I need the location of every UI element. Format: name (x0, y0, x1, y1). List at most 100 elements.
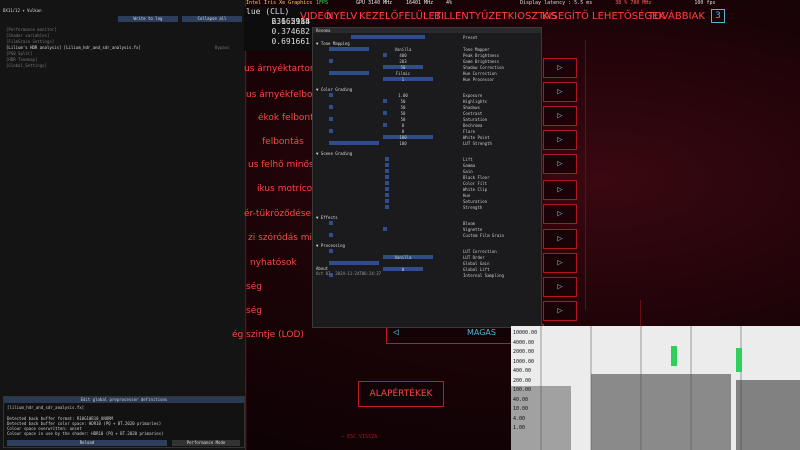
shader-setting-row[interactable]: Filmic Hue Correction (313, 71, 541, 76)
slider-fill[interactable] (385, 163, 389, 167)
section-header[interactable]: ▼ Tone Mapping (316, 41, 350, 46)
slider-fill[interactable] (329, 141, 379, 145)
slider-value: 203 (399, 59, 407, 64)
shader-setting-row[interactable]: White Clip (313, 187, 541, 192)
shader-setting-row[interactable]: 1.00 Exposure (313, 93, 541, 98)
shader-setting-row[interactable]: Color Filt (313, 181, 541, 186)
next-arrow-button[interactable]: ▷ (543, 106, 577, 126)
nav-keybinds[interactable]: BILLENTYŰZETKIOSZTÁS (434, 11, 557, 22)
next-arrow-button[interactable]: ▷ (543, 130, 577, 150)
slider-fill[interactable] (385, 181, 389, 185)
write-to-log-button[interactable]: Write to log (118, 16, 178, 22)
slider-fill[interactable] (385, 205, 389, 209)
shader-setting-row[interactable]: Strength (313, 205, 541, 210)
slider-label: Bloom (463, 221, 476, 226)
next-arrow-button[interactable]: ▷ (543, 253, 577, 273)
next-arrow-button[interactable]: ▷ (543, 58, 577, 78)
shader-setting-row[interactable]: 203 Game Brightness (313, 59, 541, 64)
shader-setting-row[interactable]: 50 Shadow Correction (313, 65, 541, 70)
setting-label[interactable]: ség (246, 306, 262, 316)
slider-fill[interactable] (385, 187, 389, 191)
section-header[interactable]: ▼ Color Grading (316, 87, 352, 92)
slider-fill[interactable] (329, 117, 333, 121)
shader-setting-row[interactable]: 50 Shadows (313, 105, 541, 110)
shader-setting-row[interactable]: Vignette (313, 227, 541, 232)
nav-page-badge[interactable]: 3 (711, 9, 725, 23)
slider-label: Dechroma (463, 123, 483, 128)
setting-label[interactable]: ség (246, 282, 262, 292)
next-arrow-button[interactable]: ▷ (543, 204, 577, 224)
defaults-button[interactable]: ALAPÉRTÉKEK (358, 381, 444, 407)
tree-item[interactable]: [Shader variables] (6, 33, 49, 38)
shader-setting-row[interactable]: 0 Flare (313, 129, 541, 134)
shader-setting-row[interactable]: 50 Contrast (313, 111, 541, 116)
shader-setting-row[interactable]: Gamma (313, 163, 541, 168)
shader-setting-row[interactable]: 0 Dechroma (313, 123, 541, 128)
prev-arrow-icon[interactable]: ◁ (393, 327, 399, 338)
next-arrow-button[interactable]: ▷ (543, 154, 577, 174)
settings-top-nav: VIDEÓ NYELV KEZELŐFELÜLET BILLENTYŰZETKI… (300, 11, 720, 27)
nav-more[interactable]: TOVÁBBIAK (648, 11, 705, 22)
shader-setting-row[interactable]: LUT Correction (313, 249, 541, 254)
slider-fill[interactable] (385, 157, 389, 161)
shader-setting-row[interactable]: Custom Film Grain (313, 233, 541, 238)
shader-setting-row[interactable]: 50 Saturation (313, 117, 541, 122)
nav-accessibility[interactable]: KISEGÍTŐ LEHETŐSÉGEK (542, 11, 665, 22)
shader-setting-row[interactable]: 1 Hue Processor (313, 77, 541, 82)
setting-label[interactable]: nyhatósok (250, 258, 297, 268)
next-arrow-button[interactable]: ▷ (543, 180, 577, 200)
info-line: Colour space in use by the shader: HDR10… (7, 431, 164, 436)
slider-fill[interactable] (329, 105, 333, 109)
tree-item[interactable]: [Global_Settings] (6, 63, 47, 68)
slider-fill[interactable] (383, 227, 387, 231)
slider-fill[interactable] (385, 199, 389, 203)
slider-fill[interactable] (329, 93, 333, 97)
shader-setting-row[interactable]: Hue (313, 193, 541, 198)
tree-item[interactable]: [Lilium's HDR analysis] [Lilium_hdr_and_… (6, 45, 141, 50)
next-arrow-button[interactable]: ▷ (543, 82, 577, 102)
slider-fill[interactable] (329, 233, 333, 237)
tree-item[interactable]: [Performance monitor] (6, 27, 57, 32)
slider-fill[interactable] (329, 71, 369, 75)
slider-label: Global Gain (463, 261, 490, 266)
section-header[interactable]: ▼ Processing (316, 243, 345, 248)
shader-setting-row[interactable]: 400 Peak Brightness (313, 53, 541, 58)
next-arrow-button[interactable]: ▷ (543, 229, 577, 249)
shader-setting-row[interactable]: Saturation (313, 199, 541, 204)
reload-button[interactable]: Reload (7, 440, 167, 446)
tree-item[interactable]: [PS0 Split] (6, 51, 33, 56)
tree-item[interactable]: [FilmGrain Settings] (6, 39, 54, 44)
setting-label[interactable]: ikus motríco (257, 184, 312, 194)
next-arrow-button[interactable]: ▷ (543, 301, 577, 321)
nav-language[interactable]: NYELV (326, 11, 357, 22)
shader-setting-row[interactable]: 50 Highlights (313, 99, 541, 104)
slider-fill[interactable] (329, 47, 369, 51)
preset-combo[interactable] (351, 35, 425, 39)
collapse-all-button[interactable]: Collapse all (182, 16, 242, 22)
setting-label[interactable]: ég szintje (LOD) (232, 330, 304, 340)
slider-fill[interactable] (329, 59, 333, 63)
nav-interface[interactable]: KEZELŐFELÜLET (359, 11, 441, 22)
slider-fill[interactable] (385, 193, 389, 197)
section-header[interactable]: ▼ Scene Grading (316, 151, 352, 156)
tree-item[interactable]: [HDR Tonemap] (6, 57, 37, 62)
slider-fill[interactable] (385, 175, 389, 179)
shader-setting-row[interactable]: Gain (313, 169, 541, 174)
shader-setting-row[interactable]: Black Floor (313, 175, 541, 180)
next-arrow-button[interactable]: ▷ (543, 277, 577, 297)
shader-setting-row[interactable]: Vanilla Tone Mapper (313, 47, 541, 52)
shader-setting-row[interactable]: 100 LUT Strength (313, 141, 541, 146)
slider-fill[interactable] (329, 261, 379, 265)
slider-fill[interactable] (329, 249, 333, 253)
shader-setting-row[interactable]: 100 White Point (313, 135, 541, 140)
shader-setting-row[interactable]: Bloom (313, 221, 541, 226)
slider-fill[interactable] (329, 129, 333, 133)
slider-fill[interactable] (329, 221, 333, 225)
section-header[interactable]: ▼ Effects (316, 215, 338, 220)
slider-fill[interactable] (385, 169, 389, 173)
shader-setting-row[interactable]: Vanilla LUT Order (313, 255, 541, 260)
setting-label[interactable]: felbontás (262, 137, 304, 147)
shader-setting-row[interactable]: Lift (313, 157, 541, 162)
performance-mode-toggle[interactable]: Performance Mode (172, 440, 240, 446)
shader-setting-row[interactable]: Global Gain (313, 261, 541, 266)
